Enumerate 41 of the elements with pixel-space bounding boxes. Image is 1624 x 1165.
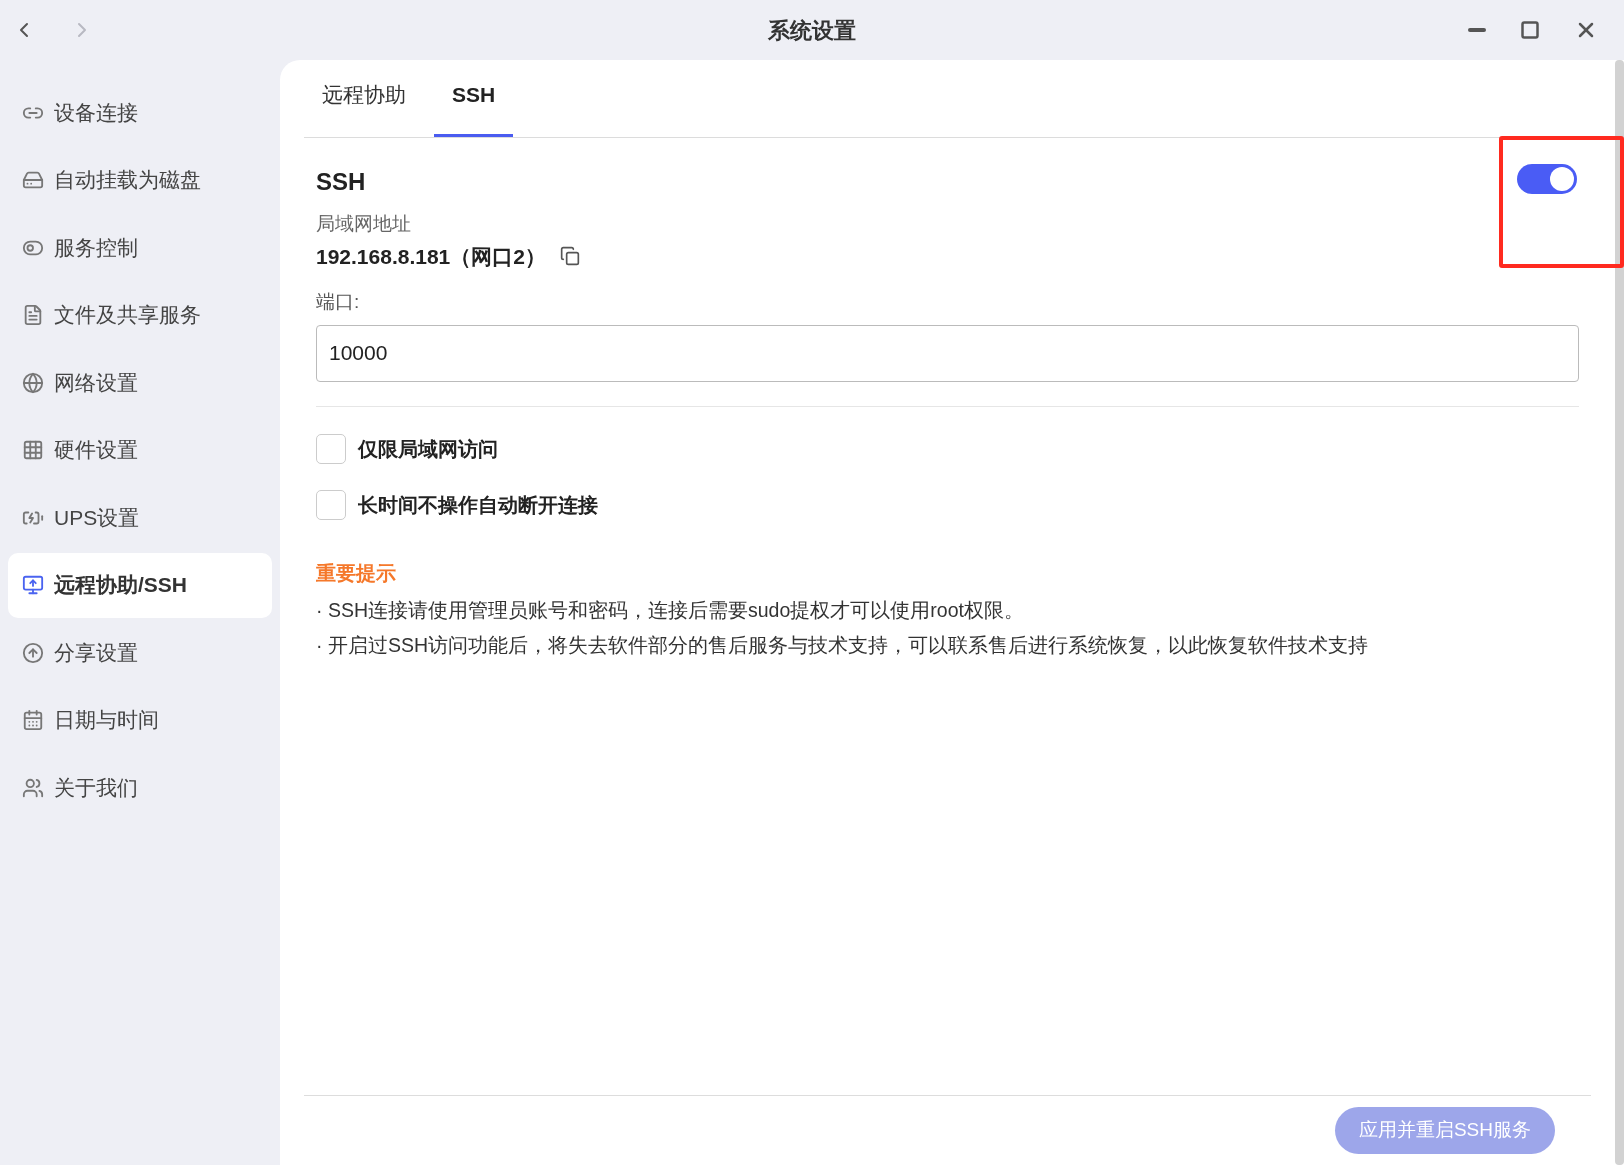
drive-icon [22,169,44,191]
field-label: 局域网地址 [316,212,412,236]
calendar-icon [22,709,44,731]
document-icon [22,304,44,326]
tab[interactable]: 远程协助 [304,78,424,137]
monitor-icon [22,574,44,596]
sidebar-item[interactable]: UPS设置 [8,485,272,550]
maximize-button[interactable] [1520,20,1540,40]
maximize-icon [1520,20,1540,40]
sidebar-item[interactable]: 远程协助/SSH [8,552,272,618]
tab[interactable]: SSH [434,78,514,137]
sidebar-item[interactable]: 文件及共享服务 [8,282,272,348]
scrollbar[interactable] [1615,60,1624,1165]
notice-text: · 开启过SSH访问功能后，将失去软件部分的售后服务与技术支持，可以联系售后进行系统恢复，以此恢复软件技术支持 [316,632,1369,658]
sidebar-item[interactable]: 分享设置 [8,620,272,685]
sidebar-item[interactable]: 服务控制 [8,215,272,280]
minimize-icon [1468,28,1486,32]
minimize-button[interactable] [1468,28,1486,32]
ip-address: 192.168.8.181（网口2） [316,243,546,270]
notice-text: · SSH连接请使用管理员账号和密码，连接后需要sudo提权才可以使用root权限。 [316,597,1025,623]
port-field[interactable]: 10000 [316,324,1579,382]
copy-icon[interactable] [560,246,580,267]
grid-icon [22,439,44,461]
sidebar-item[interactable]: 硬件设置 [8,417,272,483]
sidebar-item[interactable]: 设备连接 [8,80,272,145]
checkbox-label: 仅限局域网访问 [358,436,498,462]
users-icon [22,776,44,799]
upload-icon [22,641,44,664]
checkbox[interactable] [316,489,346,520]
notice-title: 重要提示 [316,560,397,586]
window-title: 系统设置 [768,16,856,45]
sidebar-item[interactable]: 日期与时间 [8,687,272,753]
sidebar-item[interactable]: 网络设置 [8,350,272,415]
checkbox-label: 长时间不操作自动断开连接 [358,492,598,518]
sidebar-item[interactable]: 自动挂载为磁盘 [8,147,272,213]
globe-icon [22,371,44,394]
sidebar-item[interactable]: 关于我们 [8,755,272,820]
checkbox[interactable] [316,433,346,464]
toggle-switch[interactable] [1517,164,1577,194]
field-label: 端口: [316,290,361,314]
section-title: SSH [316,167,366,197]
